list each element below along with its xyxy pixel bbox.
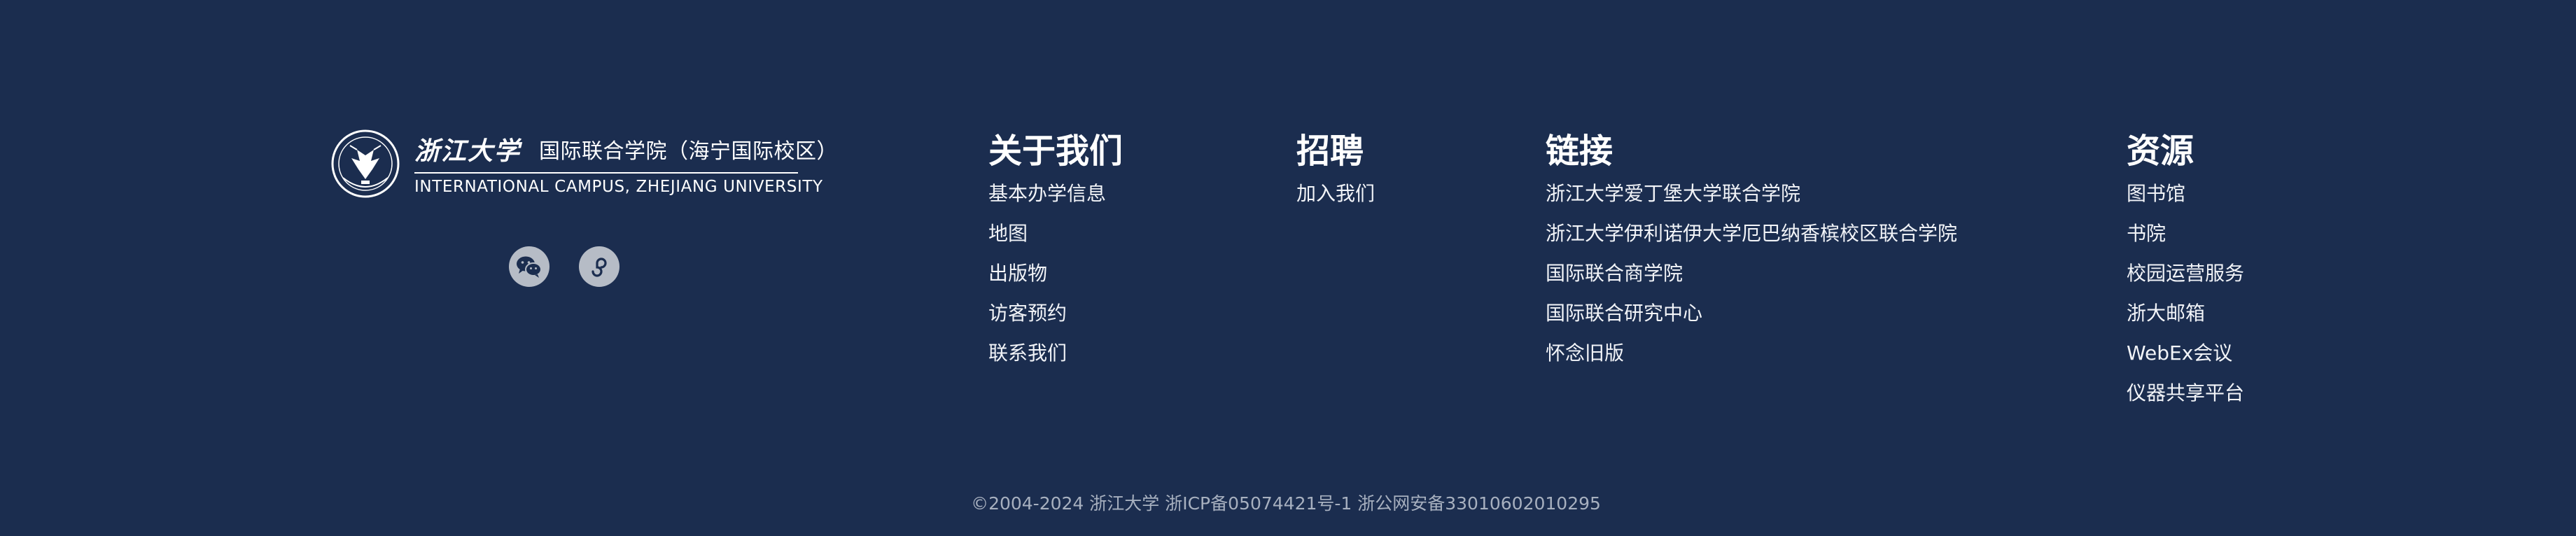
link-old-version[interactable]: 怀念旧版 (1546, 333, 1957, 373)
link-business-school[interactable]: 国际联合商学院 (1546, 253, 1957, 293)
column-title-links: 链接 (1546, 132, 1614, 171)
mini-program-icon (592, 258, 607, 277)
university-seal-icon (331, 129, 400, 198)
footer-column-about: 关于我们 基本办学信息 地图 出版物 访客预约 联系我们 (988, 129, 1123, 373)
site-footer: 浙江大学 国际联合学院（海宁国际校区） INTERNATIONAL CAMPUS… (0, 0, 2576, 536)
campus-name-english: INTERNATIONAL CAMPUS, ZHEJIANG UNIVERSIT… (414, 178, 823, 196)
university-logo[interactable]: 浙江大学 国际联合学院（海宁国际校区） INTERNATIONAL CAMPUS… (330, 129, 838, 206)
link-contact-us[interactable]: 联系我们 (988, 333, 1123, 373)
logo-divider (414, 172, 798, 174)
link-basic-info[interactable]: 基本办学信息 (988, 174, 1123, 213)
university-name-calligraphy: 浙江大学 (414, 136, 522, 166)
footer-column-recruitment: 招聘 加入我们 (1296, 129, 1375, 213)
link-zjui-institute[interactable]: 浙江大学伊利诺伊大学厄巴纳香槟校区联合学院 (1546, 213, 1957, 253)
link-college[interactable]: 书院 (2127, 213, 2244, 253)
link-zju-mail[interactable]: 浙大邮箱 (2127, 293, 2244, 333)
link-visitor-booking[interactable]: 访客预约 (988, 293, 1123, 333)
link-instrument-sharing[interactable]: 仪器共享平台 (2127, 373, 2244, 413)
column-title-about: 关于我们 (988, 132, 1124, 171)
link-zje-institute[interactable]: 浙江大学爱丁堡大学联合学院 (1546, 174, 1957, 213)
link-join-us[interactable]: 加入我们 (1296, 174, 1375, 213)
link-library[interactable]: 图书馆 (2127, 174, 2244, 213)
link-publications[interactable]: 出版物 (988, 253, 1123, 293)
column-title-recruitment: 招聘 (1296, 132, 1364, 171)
campus-name-chinese: 国际联合学院（海宁国际校区） (539, 139, 839, 164)
footer-column-resources: 资源 图书馆 书院 校园运营服务 浙大邮箱 WebEx会议 仪器共享平台 (2127, 129, 2244, 413)
wechat-icon (517, 256, 542, 278)
link-webex[interactable]: WebEx会议 (2127, 333, 2244, 373)
footer-column-links: 链接 浙江大学爱丁堡大学联合学院 浙江大学伊利诺伊大学厄巴纳香槟校区联合学院 国… (1546, 129, 1957, 373)
copyright-text: ©2004-2024 浙江大学 浙ICP备05074421号-1 浙公网安备33… (971, 493, 1601, 514)
column-title-resources: 资源 (2127, 132, 2194, 171)
mini-program-button[interactable] (579, 246, 620, 287)
link-map[interactable]: 地图 (988, 213, 1123, 253)
wechat-button[interactable] (509, 246, 550, 287)
link-campus-services[interactable]: 校园运营服务 (2127, 253, 2244, 293)
link-research-center[interactable]: 国际联合研究中心 (1546, 293, 1957, 333)
